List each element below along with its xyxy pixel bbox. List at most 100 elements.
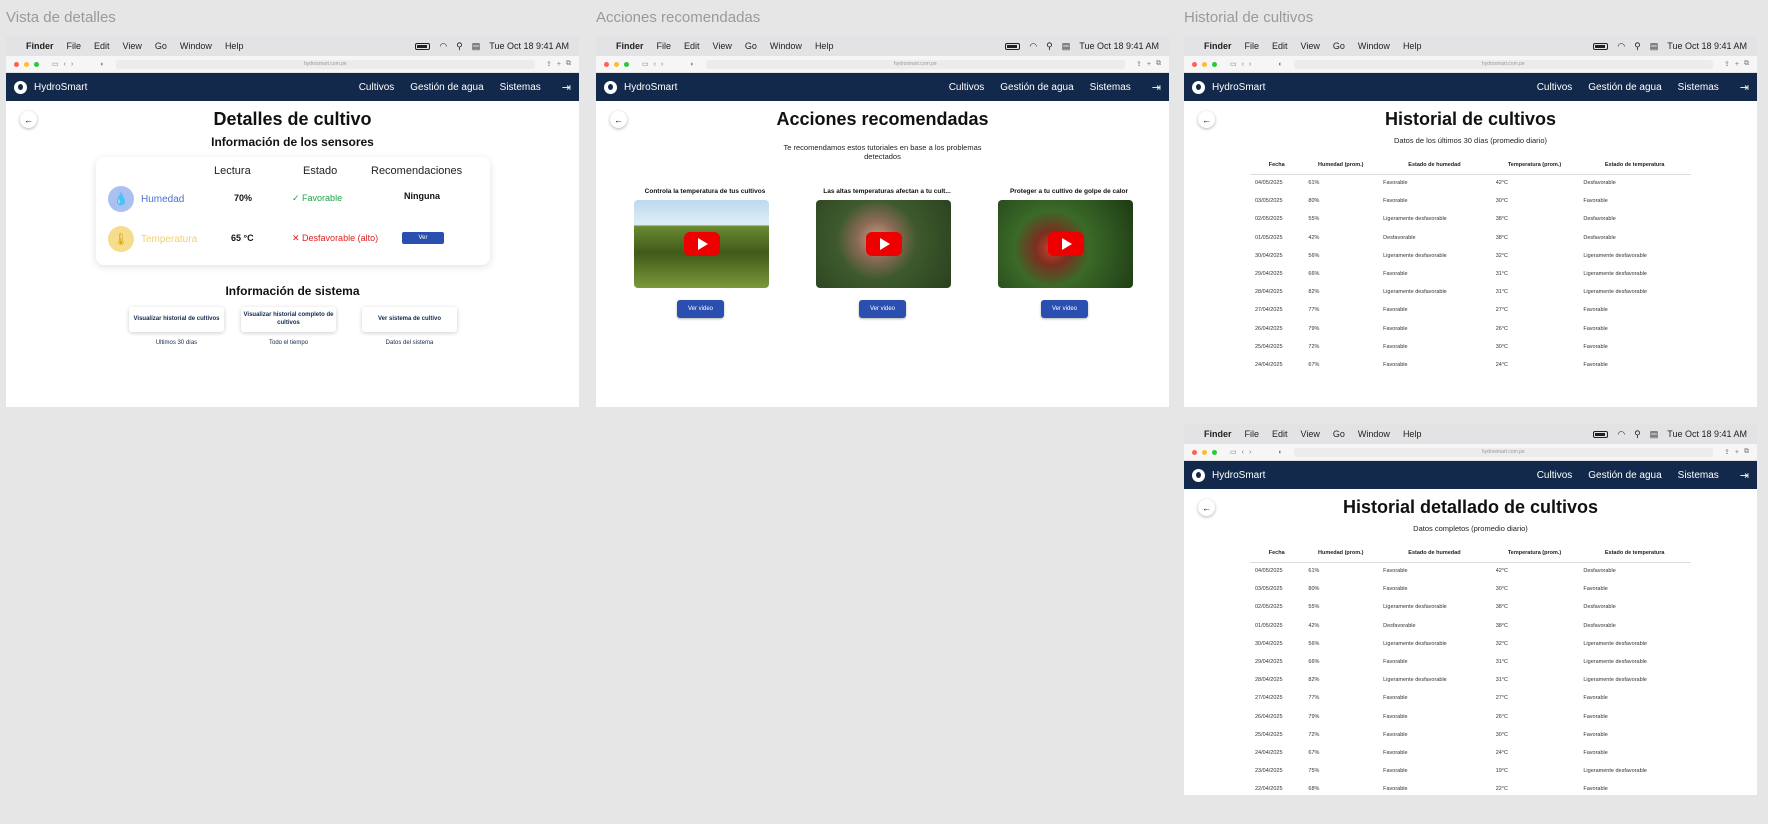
address-bar[interactable]: hydrosmart.com.pe <box>115 59 536 69</box>
minimize-window-icon[interactable] <box>1202 61 1207 67</box>
share-icon[interactable]: ⇪ <box>1136 60 1142 68</box>
watch-video-button[interactable]: Ver video <box>859 300 906 318</box>
search-icon[interactable]: ⚲ <box>1046 41 1053 52</box>
minimize-window-icon[interactable] <box>1202 449 1207 455</box>
menu-app[interactable]: Finder <box>26 41 54 51</box>
history-30-button[interactable]: Visualizar historial de cultivos <box>129 307 224 332</box>
maximize-window-icon[interactable] <box>1212 61 1217 67</box>
menu-item[interactable]: Edit <box>94 41 110 51</box>
menu-item[interactable]: File <box>1245 41 1260 51</box>
maximize-window-icon[interactable] <box>34 61 39 67</box>
tabs-icon[interactable]: ⧉ <box>1744 448 1749 456</box>
battery-icon[interactable] <box>1593 430 1609 438</box>
logout-icon[interactable]: ⇥ <box>1740 469 1749 482</box>
nav-link-agua[interactable]: Gestión de agua <box>1588 82 1661 93</box>
nav-link-cultivos[interactable]: Cultivos <box>359 82 395 93</box>
control-center-icon[interactable]: ▤ <box>1650 429 1659 440</box>
menu-app[interactable]: Finder <box>616 41 644 51</box>
search-icon[interactable]: ⚲ <box>456 41 463 52</box>
new-tab-icon[interactable]: + <box>1147 61 1151 68</box>
menu-item[interactable]: Edit <box>684 41 700 51</box>
menu-item[interactable]: Edit <box>1272 429 1288 439</box>
watch-video-button[interactable]: Ver video <box>677 300 724 318</box>
video-thumbnail[interactable] <box>634 200 769 288</box>
menu-item[interactable]: View <box>713 41 732 51</box>
minimize-window-icon[interactable] <box>24 61 29 67</box>
menu-item[interactable]: Window <box>1358 41 1390 51</box>
video-thumbnail[interactable] <box>816 200 951 288</box>
wifi-icon[interactable]: ◠ <box>439 41 447 52</box>
back-arrow-icon[interactable]: ← <box>1198 499 1215 516</box>
battery-icon[interactable] <box>1005 42 1021 50</box>
tabs-icon[interactable]: ⧉ <box>1156 60 1161 68</box>
menu-item[interactable]: Go <box>1333 429 1345 439</box>
chevron-left-icon[interactable]: ‹ <box>654 61 656 68</box>
brand-name[interactable]: HydroSmart <box>1212 470 1265 481</box>
nav-link-sistemas[interactable]: Sistemas <box>1678 82 1719 93</box>
back-arrow-icon[interactable]: ← <box>610 111 627 128</box>
minimize-window-icon[interactable] <box>614 61 619 67</box>
menu-item[interactable]: Help <box>815 41 834 51</box>
tabs-icon[interactable]: ⧉ <box>566 60 571 68</box>
chevron-right-icon[interactable]: › <box>661 61 663 68</box>
menu-item[interactable]: File <box>67 41 82 51</box>
shield-icon[interactable]: ◐ <box>690 61 694 68</box>
menu-item[interactable]: Go <box>745 41 757 51</box>
menu-item[interactable]: File <box>1245 429 1260 439</box>
system-button[interactable]: Ver sistema de cultivo <box>362 307 457 332</box>
sidebar-icon[interactable]: ▭ <box>1230 60 1237 68</box>
menu-item[interactable]: View <box>1301 41 1320 51</box>
control-center-icon[interactable]: ▤ <box>1650 41 1659 52</box>
nav-link-agua[interactable]: Gestión de agua <box>1000 82 1073 93</box>
history-full-button[interactable]: Visualizar historial completo de cultivo… <box>241 307 336 332</box>
nav-link-sistemas[interactable]: Sistemas <box>1678 470 1719 481</box>
share-icon[interactable]: ⇪ <box>1724 60 1730 68</box>
nav-link-sistemas[interactable]: Sistemas <box>1090 82 1131 93</box>
menu-item[interactable]: Go <box>1333 41 1345 51</box>
drop-logo-icon[interactable] <box>604 80 617 94</box>
chevron-right-icon[interactable]: › <box>1249 61 1251 68</box>
share-icon[interactable]: ⇪ <box>1724 448 1730 456</box>
menu-item[interactable]: Help <box>1403 41 1422 51</box>
watch-video-button[interactable]: Ver video <box>1041 300 1088 318</box>
logout-icon[interactable]: ⇥ <box>1152 81 1161 94</box>
menu-app[interactable]: Finder <box>1204 429 1232 439</box>
play-icon[interactable] <box>1047 232 1084 256</box>
video-thumbnail[interactable] <box>998 200 1133 288</box>
menu-item[interactable]: Go <box>155 41 167 51</box>
battery-icon[interactable] <box>415 42 431 50</box>
wifi-icon[interactable]: ◠ <box>1617 41 1625 52</box>
search-icon[interactable]: ⚲ <box>1634 41 1641 52</box>
new-tab-icon[interactable]: + <box>1735 61 1739 68</box>
brand-name[interactable]: HydroSmart <box>34 82 87 93</box>
search-icon[interactable]: ⚲ <box>1634 429 1641 440</box>
new-tab-icon[interactable]: + <box>557 61 561 68</box>
drop-logo-icon[interactable] <box>1192 80 1205 94</box>
chevron-left-icon[interactable]: ‹ <box>1242 61 1244 68</box>
nav-link-agua[interactable]: Gestión de agua <box>410 82 483 93</box>
sidebar-icon[interactable]: ▭ <box>642 60 649 68</box>
menu-item[interactable]: Window <box>1358 429 1390 439</box>
menu-item[interactable]: Window <box>180 41 212 51</box>
brand-name[interactable]: HydroSmart <box>1212 82 1265 93</box>
shield-icon[interactable]: ◐ <box>1278 449 1282 456</box>
share-icon[interactable]: ⇪ <box>546 60 552 68</box>
new-tab-icon[interactable]: + <box>1735 449 1739 456</box>
menu-item[interactable]: Edit <box>1272 41 1288 51</box>
back-arrow-icon[interactable]: ← <box>20 111 37 128</box>
nav-link-sistemas[interactable]: Sistemas <box>500 82 541 93</box>
chevron-left-icon[interactable]: ‹ <box>64 61 66 68</box>
maximize-window-icon[interactable] <box>624 61 629 67</box>
address-bar[interactable]: hydrosmart.com.pe <box>705 59 1126 69</box>
sidebar-icon[interactable]: ▭ <box>52 60 59 68</box>
shield-icon[interactable]: ◐ <box>1278 61 1282 68</box>
nav-link-cultivos[interactable]: Cultivos <box>949 82 985 93</box>
play-icon[interactable] <box>865 232 902 256</box>
maximize-window-icon[interactable] <box>1212 449 1217 455</box>
menu-item[interactable]: Window <box>770 41 802 51</box>
chevron-right-icon[interactable]: › <box>71 61 73 68</box>
sidebar-icon[interactable]: ▭ <box>1230 448 1237 456</box>
tabs-icon[interactable]: ⧉ <box>1744 60 1749 68</box>
menu-item[interactable]: View <box>1301 429 1320 439</box>
address-bar[interactable]: hydrosmart.com.pe <box>1293 447 1714 457</box>
